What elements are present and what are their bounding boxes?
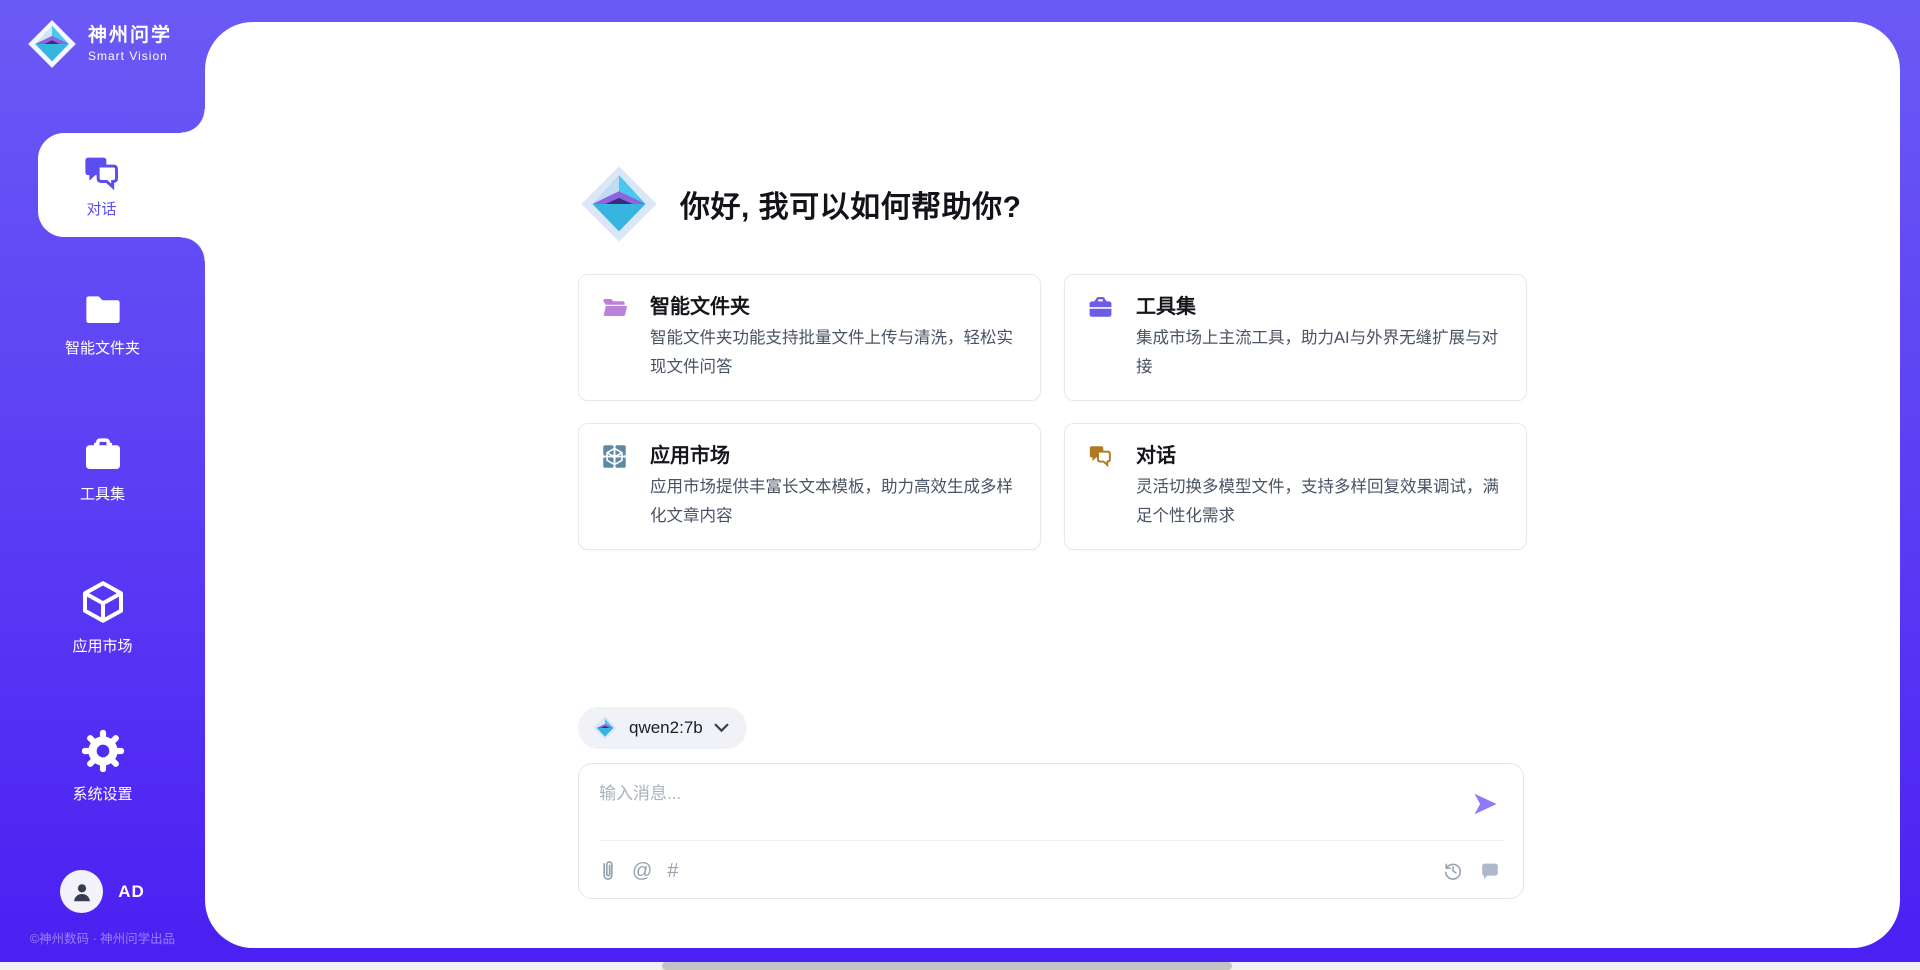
- card-title: 智能文件夹: [650, 291, 1020, 323]
- card-title: 工具集: [1136, 291, 1506, 323]
- card-chat[interactable]: 对话 灵活切换多模型文件，支持多样回复效果调试，满足个性化需求: [1064, 423, 1527, 550]
- app-subtitle: Smart Vision: [88, 49, 172, 63]
- sidebar-item-label: 工具集: [80, 483, 125, 504]
- card-description: 集成市场上主流工具，助力AI与外界无缝扩展与对接: [1136, 324, 1506, 382]
- composer-divider: [599, 840, 1503, 841]
- card-smart-folder[interactable]: 智能文件夹 智能文件夹功能支持批量文件上传与清洗，轻松实现文件问答: [578, 274, 1041, 401]
- chat-icon: [81, 152, 123, 192]
- gear-icon: [80, 728, 126, 774]
- card-description: 智能文件夹功能支持批量文件上传与清洗，轻松实现文件问答: [650, 324, 1020, 382]
- scrollbar-thumb[interactable]: [662, 962, 1232, 970]
- sidebar-item-settings[interactable]: 系统设置: [0, 728, 205, 804]
- history-icon[interactable]: [1442, 860, 1464, 882]
- tab-fillet-top: [181, 109, 205, 133]
- sidebar-item-smart-folder[interactable]: 智能文件夹: [0, 292, 205, 358]
- card-app-market[interactable]: 应用市场 应用市场提供丰富长文本模板，助力高效生成多样化文章内容: [578, 423, 1041, 550]
- hashtag-icon[interactable]: #: [667, 861, 678, 881]
- greeting-title: 你好, 我可以如何帮助你?: [680, 182, 1022, 226]
- brand-diamond-icon: [592, 715, 618, 741]
- mention-icon[interactable]: @: [632, 861, 652, 881]
- sidebar-item-app-market[interactable]: 应用市场: [0, 578, 205, 656]
- horizontal-scrollbar[interactable]: [0, 962, 1920, 970]
- sidebar-item-label: 智能文件夹: [65, 337, 140, 358]
- feature-cards: 智能文件夹 智能文件夹功能支持批量文件上传与清洗，轻松实现文件问答 工具集: [578, 274, 1527, 550]
- toolbox-icon: [1087, 294, 1114, 321]
- sidebar-item-chat[interactable]: 对话: [38, 133, 205, 237]
- brand-diamond-icon: [578, 163, 660, 245]
- card-title: 应用市场: [650, 440, 1020, 472]
- cube-grid-icon: [601, 443, 628, 470]
- card-title: 对话: [1136, 440, 1506, 472]
- sidebar: 神州问学 Smart Vision 对话 智能文件夹: [0, 0, 205, 970]
- user-initials: AD: [118, 882, 145, 902]
- card-toolbox[interactable]: 工具集 集成市场上主流工具，助力AI与外界无缝扩展与对接: [1064, 274, 1527, 401]
- copyright-text: ©神州数码 · 神州问学出品: [0, 928, 205, 947]
- send-icon[interactable]: [1471, 790, 1499, 818]
- avatar: [60, 870, 103, 913]
- tab-fillet-bottom: [181, 237, 205, 261]
- main-panel: 你好, 我可以如何帮助你? 智能文件夹 智能文件夹功能支持批量文件上传与清洗，轻…: [205, 22, 1900, 948]
- greeting-row: 你好, 我可以如何帮助你?: [578, 163, 1527, 245]
- brand-diamond-icon: [26, 18, 78, 70]
- toolbox-icon: [82, 434, 124, 474]
- folder-icon: [82, 292, 124, 328]
- sidebar-item-toolbox[interactable]: 工具集: [0, 434, 205, 504]
- sidebar-item-label: 对话: [86, 198, 116, 219]
- chat-bubble-icon[interactable]: [1479, 860, 1501, 882]
- model-name: qwen2:7b: [629, 718, 703, 738]
- card-description: 灵活切换多模型文件，支持多样回复效果调试，满足个性化需求: [1136, 473, 1506, 531]
- message-input[interactable]: [599, 779, 1439, 831]
- attach-file-icon[interactable]: [599, 859, 617, 883]
- chevron-down-icon: [714, 723, 729, 733]
- card-description: 应用市场提供丰富长文本模板，助力高效生成多样化文章内容: [650, 473, 1020, 531]
- message-composer: @ #: [578, 763, 1524, 899]
- app-logo: 神州问学 Smart Vision: [26, 18, 172, 70]
- model-selector[interactable]: qwen2:7b: [578, 707, 747, 749]
- app-name: 神州问学: [88, 25, 172, 47]
- sidebar-item-label: 应用市场: [72, 635, 132, 656]
- user-account[interactable]: AD: [0, 870, 205, 913]
- open-folder-icon: [601, 294, 628, 321]
- cube-icon: [79, 578, 127, 626]
- sidebar-item-label: 系统设置: [72, 783, 132, 804]
- chat-icon: [1087, 443, 1114, 470]
